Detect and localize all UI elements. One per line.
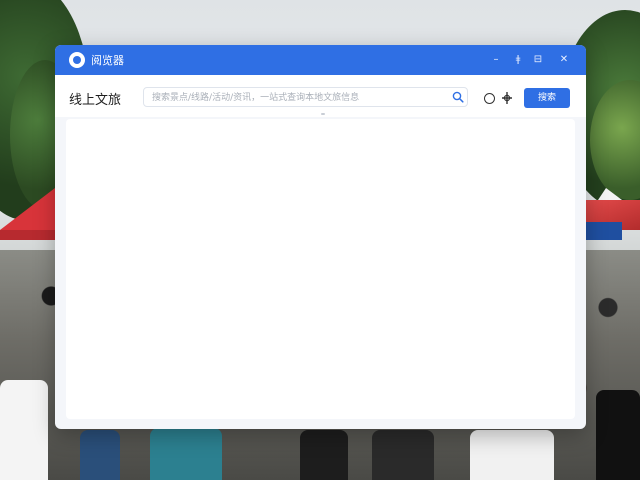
search-box[interactable] <box>143 87 468 107</box>
app-window: 阅览器 – ǂ ⊟ ✕ 线上文旅 搜索 <box>55 45 586 429</box>
close-button[interactable]: ✕ <box>555 51 573 69</box>
window-title: 阅览器 <box>91 54 124 67</box>
search-button[interactable]: 搜索 <box>524 88 570 108</box>
restore-button[interactable]: ⊟ <box>529 51 547 69</box>
person <box>0 380 48 480</box>
person <box>470 430 554 480</box>
title-bar[interactable]: 阅览器 – ǂ ⊟ ✕ <box>55 45 586 75</box>
person <box>596 390 640 480</box>
person <box>150 428 222 480</box>
scroll-indicator[interactable] <box>321 113 325 115</box>
blue-banner-right <box>586 222 622 240</box>
minimize-button[interactable]: – <box>487 51 505 69</box>
content-panel <box>66 119 575 419</box>
person <box>372 430 434 480</box>
crosshair-icon[interactable] <box>501 91 513 105</box>
person <box>300 430 348 480</box>
circle-logo-icon <box>69 52 85 68</box>
red-tent-left-body <box>0 230 55 240</box>
toolbar: 线上文旅 搜索 <box>55 75 586 117</box>
search-icon[interactable] <box>452 91 464 103</box>
circle-icon[interactable] <box>484 93 495 104</box>
person <box>80 430 120 480</box>
pin-button[interactable]: ǂ <box>509 51 527 69</box>
search-input[interactable] <box>152 90 442 105</box>
section-title: 线上文旅 <box>69 93 122 108</box>
